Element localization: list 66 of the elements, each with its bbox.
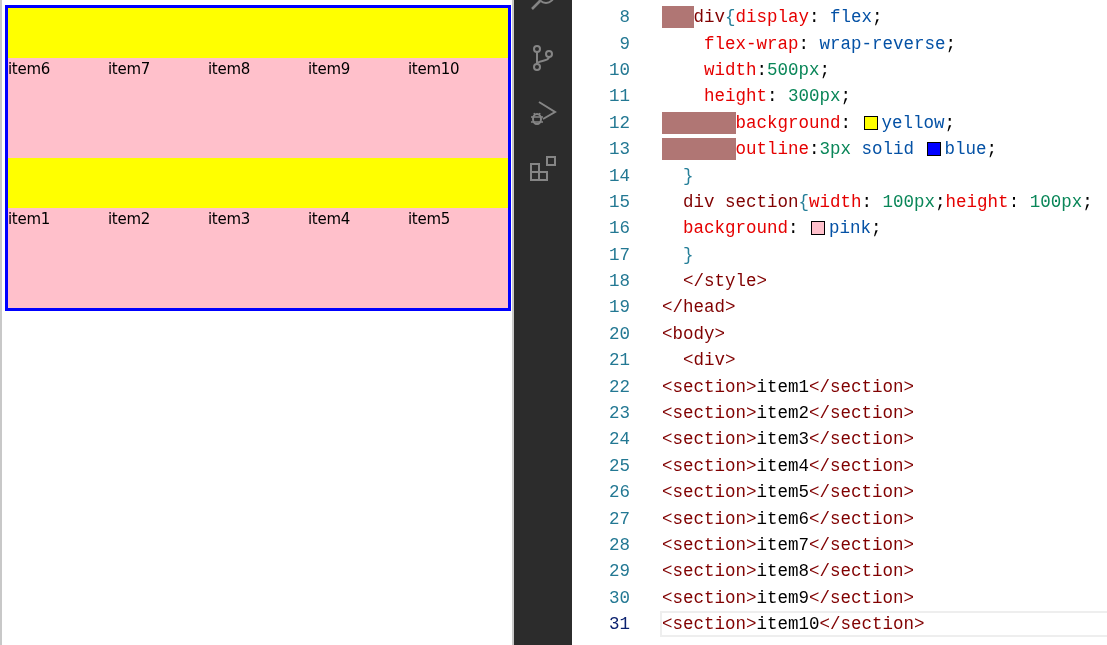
code-text: <section>item9</section> <box>662 587 915 608</box>
line-number: 20 <box>608 323 630 344</box>
code-text: width:500px; <box>704 59 831 80</box>
line-number: 8 <box>618 7 630 28</box>
line-number: 30 <box>608 587 630 608</box>
line-number: 9 <box>618 33 630 54</box>
line-number: 17 <box>608 244 630 265</box>
flex-item: item5 <box>408 208 508 308</box>
color-swatch-icon[interactable] <box>926 142 941 157</box>
line-number: 18 <box>608 271 630 292</box>
code-text: <section>item10</section> <box>662 614 925 635</box>
flex-item: item3 <box>208 208 308 308</box>
code-text: } <box>683 165 694 186</box>
run-debug-icon[interactable] <box>529 99 557 127</box>
code-text: outline:3px solid <box>735 139 916 160</box>
line-number: 15 <box>608 191 630 212</box>
code-text: blue; <box>944 139 998 160</box>
code-text: div{display: flex; <box>693 7 883 28</box>
line-number: 28 <box>608 535 630 555</box>
flex-item: item9 <box>308 58 408 158</box>
code-text: yellow; <box>881 112 956 133</box>
line-number: 12 <box>608 112 630 133</box>
line-number: 21 <box>608 350 630 371</box>
code-text: <section>item7</section> <box>662 535 915 555</box>
flex-item: item6 <box>8 58 108 158</box>
code-text: } <box>683 244 694 265</box>
code-text: <section>item6</section> <box>662 508 915 529</box>
flex-item: item4 <box>308 208 408 308</box>
code-text: <section>item1</section> <box>662 376 915 397</box>
flex-item: item7 <box>108 58 208 158</box>
flex-item: item2 <box>108 208 208 308</box>
code-text: background: <box>735 112 853 133</box>
flex-item: item10 <box>408 58 508 158</box>
code-text: <section>item2</section> <box>662 403 915 424</box>
code-text: <section>item4</section> <box>662 455 915 476</box>
line-number: 22 <box>608 376 630 397</box>
color-swatch-icon[interactable] <box>811 221 826 236</box>
code-text: div section{width: 100px;height: 100px; <box>683 191 1093 212</box>
code-text: <section>item3</section> <box>662 429 915 450</box>
extensions-icon[interactable] <box>529 155 557 183</box>
code-text: </style> <box>683 271 767 292</box>
line-number: 19 <box>608 297 630 318</box>
code-text: <section>item5</section> <box>662 482 915 503</box>
code-text: flex-wrap: wrap-reverse; <box>704 33 957 54</box>
code-text: <div> <box>683 350 736 371</box>
line-number: 10 <box>608 59 630 80</box>
code-text: <body> <box>662 323 725 344</box>
line-number: 16 <box>608 218 630 239</box>
flex-item: item1 <box>8 208 108 308</box>
line-number: 24 <box>608 429 630 450</box>
flex-item: item8 <box>208 58 308 158</box>
line-number: 25 <box>608 455 630 476</box>
line-number: 23 <box>608 403 630 424</box>
code-text: background: <box>683 218 800 239</box>
line-number: 27 <box>608 508 630 529</box>
code-text: height: 300px; <box>704 86 852 107</box>
color-swatch-icon[interactable] <box>863 115 878 130</box>
line-number: 14 <box>608 165 630 186</box>
code-text: </head> <box>662 297 736 318</box>
line-number: 29 <box>608 561 630 582</box>
line-number: 13 <box>608 139 630 160</box>
line-number: 31 <box>608 614 630 635</box>
line-number: 11 <box>608 86 630 107</box>
line-number: 26 <box>608 482 630 503</box>
code-text: pink; <box>829 218 882 239</box>
code-text: <section>item8</section> <box>662 561 915 582</box>
